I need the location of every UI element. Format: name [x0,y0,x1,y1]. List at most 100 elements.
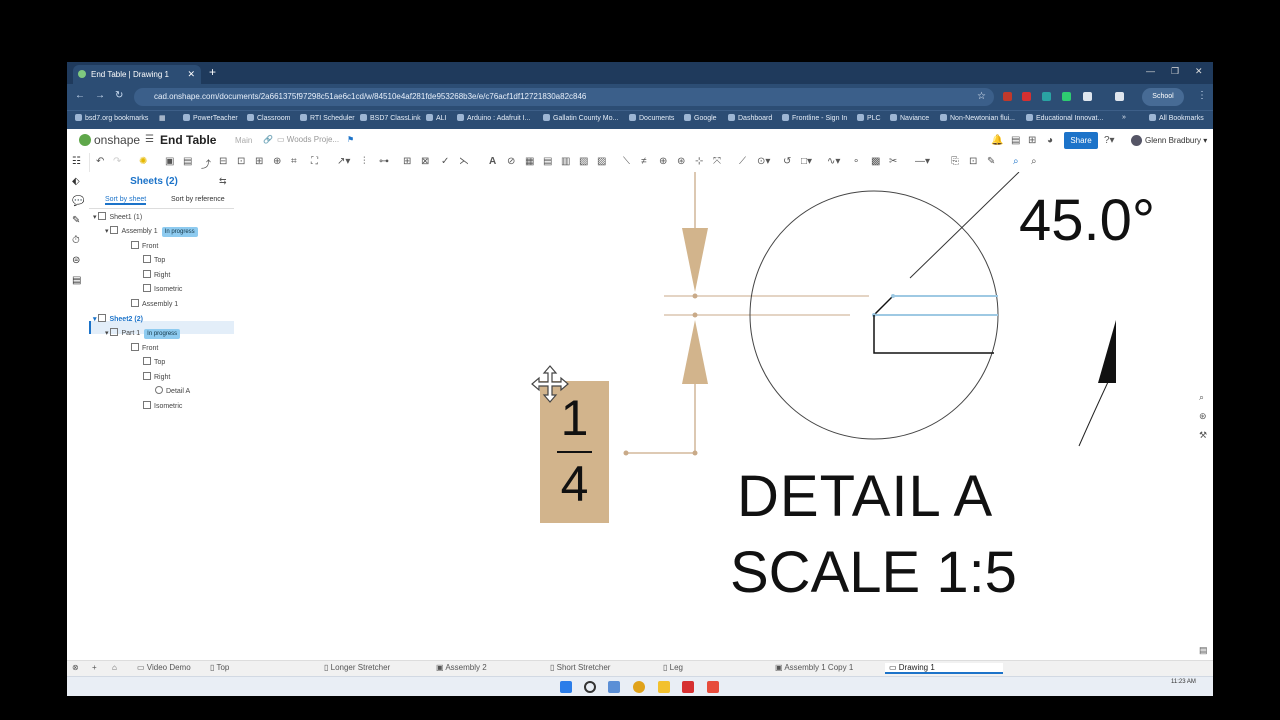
tree-node-view[interactable]: Top [143,357,165,369]
hatch-icon[interactable]: ▩ [871,156,880,167]
sort-by-reference-tab[interactable]: Sort by reference [171,196,225,203]
tree-node-part[interactable]: ▾ Part 1 In progress [105,328,181,340]
datum-icon[interactable]: ⊶ [379,156,389,167]
onshape-logo[interactable]: onshape [79,133,140,147]
document-title[interactable]: End Table [160,133,216,147]
apps-icon[interactable]: ⊞ [1028,135,1036,146]
circle-icon[interactable]: ⊙▾ [757,156,770,167]
bookmark-item[interactable]: Educational Innovat... [1026,114,1103,122]
crop-tool-icon[interactable]: ⛶ [311,156,318,167]
auxiliary-view-icon[interactable]: ⤴ [201,156,211,171]
drawing-canvas[interactable]: 1 4 45.0° DETAIL A SCALE 1:5 [234,172,1213,662]
tab-assembly-2[interactable]: ▣ Assembly 2 [436,663,487,672]
file-explorer-icon[interactable] [658,681,670,693]
revision-table-icon[interactable]: ▧ [579,156,588,167]
tab-list-icon[interactable]: ⊗ [72,663,79,672]
extension-icon[interactable] [1062,92,1071,101]
projected-view-icon[interactable]: ▤ [183,156,192,167]
center-icon[interactable]: ⊹ [695,156,703,167]
section-view-icon[interactable]: ⊟ [219,156,227,167]
tab-longer-stretcher[interactable]: ▯ Longer Stretcher [324,663,390,672]
surface-finish-icon[interactable]: ✓ [441,156,449,167]
break-view-icon[interactable]: ⊡ [237,156,245,167]
folder-breadcrumb[interactable]: ▭ Woods Proje... [277,135,339,144]
tab-drawing-1[interactable]: ▭ Drawing 1 [885,663,1003,674]
bookmark-item[interactable]: BSD7 ClassLink [360,114,421,122]
bookmark-item[interactable]: Frontline - Sign In [782,114,847,122]
search-icon[interactable]: ⊜ [72,255,80,266]
inspection-table-icon[interactable]: ▨ [597,156,606,167]
trim-icon[interactable]: ✂ [889,156,897,167]
new-tab-button[interactable]: + [209,65,216,79]
angle-dimension-text[interactable]: 45.0° [1019,186,1155,256]
sort-by-sheet-tab[interactable]: Sort by sheet [105,196,147,205]
tree-node-view[interactable]: Front [131,343,158,355]
crop-icon[interactable]: ⌗ [291,156,297,167]
tree-node-detail[interactable]: Detail A [155,386,190,398]
restore-icon[interactable]: ❐ [1171,66,1179,77]
features-icon[interactable]: ☷ [72,156,81,167]
close-tab-icon[interactable]: ✕ [187,65,195,84]
tab-video-demo[interactable]: ▭ Video Demo [137,663,191,672]
branch-label[interactable]: Main [235,136,252,145]
bookmark-item[interactable]: Dashboard [728,114,772,122]
bookmark-item[interactable]: Non-Newtonian flui... [940,114,1015,122]
chat-icon[interactable] [608,681,620,693]
bookmark-item[interactable]: Documents [629,114,674,122]
line-style-icon[interactable]: —▾ [915,156,930,167]
view-tools-icon[interactable]: ⌕ [1199,392,1204,403]
tab-top[interactable]: ▯ Top [210,663,229,672]
url-input[interactable]: cad.onshape.com/documents/2a661375f97298… [134,88,994,106]
more-bookmarks-icon[interactable]: » [1122,114,1126,121]
image-icon[interactable]: ⊡ [969,156,977,167]
export-icon[interactable]: ⎘ [951,156,959,167]
redo-icon[interactable]: ↷ [113,156,121,167]
share-button[interactable]: Share [1064,132,1098,149]
chrome-icon[interactable] [633,681,645,693]
centermark-icon[interactable]: ⊕ [659,156,667,167]
tree-node-view[interactable]: Right [143,372,170,384]
home-icon[interactable]: ⌂ [112,663,117,672]
learning-icon[interactable]: ◕ [1047,135,1053,146]
document-icon[interactable]: ▤ [1011,135,1020,146]
tree-node-sheet2[interactable]: ▾ Sheet2 (2) [93,314,143,326]
tab-assembly-1-copy-1[interactable]: ▣ Assembly 1 Copy 1 [775,663,853,672]
user-menu[interactable]: Glenn Bradbury ▾ [1131,135,1207,146]
wrench-icon[interactable]: ⚒ [1199,430,1207,441]
tree-node-view[interactable]: Top [143,255,165,267]
panel-options-icon[interactable]: ⇆ [219,176,227,187]
sidepanel-icon[interactable] [1115,92,1124,101]
bookmark-item[interactable]: PLC [857,114,881,122]
bookmark-item[interactable]: PowerTeacher [183,114,238,122]
hole-table-icon[interactable]: ▥ [561,156,570,167]
zoom-fit-icon[interactable]: ⌕ [1013,156,1019,167]
profile-button[interactable]: School [1142,88,1184,106]
apps-grid-icon[interactable]: ▦ [159,114,166,122]
detail-view-title[interactable]: DETAIL A [737,462,993,532]
bookmark-item[interactable]: Naviance [890,114,929,122]
comments-icon[interactable]: 💬 [72,196,84,207]
tree-node-sheet1[interactable]: ▾ Sheet1 (1) [93,212,142,224]
bookmark-item[interactable]: RTI Scheduler [300,114,355,122]
format-painter-icon[interactable]: ✎ [987,156,995,167]
menu-dots-icon[interactable]: ⋮ [1197,90,1207,101]
link-icon[interactable]: 🔗 [263,135,273,144]
intersection-icon[interactable]: ⤧ [713,156,721,167]
centerline-icon[interactable]: ⟍ [623,156,630,167]
extensions-puzzle-icon[interactable] [1083,92,1092,101]
forward-icon[interactable]: → [95,90,105,101]
tree-node-view[interactable]: Right [143,270,170,282]
zoom-icon[interactable]: ⌕ [1031,156,1037,167]
table-list-icon[interactable]: ▤ [72,275,81,286]
sheets-icon[interactable]: ⬖ [72,176,80,187]
arc-icon[interactable]: ↺ [783,156,791,167]
centerline-points-icon[interactable]: ≠ [641,156,647,167]
browser-tab[interactable]: End Table | Drawing 1 ✕ [73,65,201,84]
tree-node-view[interactable]: Isometric [143,284,182,296]
back-icon[interactable]: ← [75,90,85,101]
bookmark-item[interactable]: Arduino : Adafruit I... [457,114,530,122]
dimension-icon[interactable]: ↗▾ [337,156,350,167]
detail-view-scale[interactable]: SCALE 1:5 [730,538,1017,608]
bookmark-item[interactable]: Google [684,114,717,122]
bookmark-star-icon[interactable]: ☆ [977,88,986,106]
